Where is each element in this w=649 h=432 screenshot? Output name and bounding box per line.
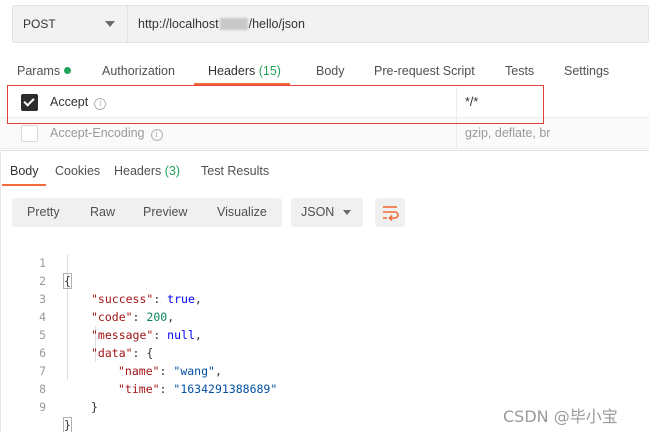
code-line: 5 "data": { bbox=[0, 308, 649, 360]
section-divider bbox=[0, 150, 649, 151]
tab-headers-label: Headers bbox=[208, 64, 256, 78]
view-preview-button[interactable]: Preview bbox=[143, 198, 187, 227]
method-select[interactable]: POST bbox=[13, 6, 128, 42]
code-line: 7 "time": "1634291388689" bbox=[0, 344, 649, 396]
line-number: 9 bbox=[39, 400, 46, 414]
tab-tests-label: Tests bbox=[505, 64, 535, 78]
code-line: 6 "name": "wang", bbox=[0, 326, 649, 378]
method-label: POST bbox=[23, 17, 56, 31]
tab-headers[interactable]: Headers (15) bbox=[208, 56, 281, 86]
tab-settings[interactable]: Settings bbox=[564, 56, 609, 86]
response-tab-test-results[interactable]: Test Results bbox=[201, 160, 269, 182]
response-tab-body[interactable]: Body bbox=[10, 160, 39, 182]
response-tab-headers-count: (3) bbox=[164, 164, 181, 178]
code-line: 3 "code": 200, bbox=[0, 272, 649, 324]
response-active-tab-underline bbox=[2, 184, 46, 186]
wrap-lines-icon bbox=[383, 206, 399, 222]
tab-authorization[interactable]: Authorization bbox=[102, 56, 175, 86]
view-mode-group: Pretty Raw Preview Visualize bbox=[12, 198, 282, 227]
code-line: 2 "success": true, bbox=[0, 254, 649, 306]
view-pretty-button[interactable]: Pretty bbox=[27, 198, 60, 227]
tab-params-label: Params bbox=[17, 64, 61, 78]
request-bar: POST http://localhost/hello/json bbox=[12, 5, 649, 43]
tab-authorization-label: Authorization bbox=[102, 64, 175, 78]
redacted-port bbox=[219, 18, 248, 30]
url-suffix: /hello/json bbox=[248, 17, 305, 31]
header-key-text: Accept-Encoding bbox=[50, 126, 145, 140]
tab-body-label: Body bbox=[316, 64, 345, 78]
tab-settings-label: Settings bbox=[564, 64, 610, 78]
code-line: 8 } bbox=[0, 362, 649, 414]
code-brace: } bbox=[91, 400, 98, 414]
format-label: JSON bbox=[301, 205, 335, 219]
response-tab-cookies[interactable]: Cookies bbox=[55, 160, 100, 182]
tab-pre-request-script[interactable]: Pre-request Script bbox=[374, 56, 475, 86]
url-prefix: http://localhost bbox=[138, 17, 219, 31]
code-line: 4 "message": null, bbox=[0, 290, 649, 342]
wrap-lines-button[interactable] bbox=[375, 198, 405, 227]
view-raw-button[interactable]: Raw bbox=[90, 198, 115, 227]
code-line: 9 } bbox=[0, 380, 649, 432]
tab-pre-request-script-label: Pre-request Script bbox=[374, 64, 475, 78]
params-indicator-dot bbox=[64, 67, 72, 74]
response-tab-body-label: Body bbox=[10, 164, 39, 178]
response-body-code[interactable]: 1 { 2 "success": true, 3 "code": 200, 4 … bbox=[0, 236, 649, 432]
tab-tests[interactable]: Tests bbox=[505, 56, 534, 86]
url-input[interactable]: http://localhost/hello/json bbox=[128, 6, 648, 42]
code-brace: } bbox=[63, 417, 72, 432]
tab-params[interactable]: Params bbox=[17, 56, 72, 86]
response-tab-test-results-label: Test Results bbox=[201, 164, 270, 178]
view-visualize-button[interactable]: Visualize bbox=[217, 198, 267, 227]
tab-headers-count: (15) bbox=[258, 64, 281, 78]
info-icon[interactable]: i bbox=[150, 129, 163, 141]
code-line: 1 { bbox=[0, 236, 649, 289]
header-enabled-checkbox[interactable] bbox=[21, 125, 38, 142]
annotation-highlight-box bbox=[7, 85, 544, 124]
request-tabs: Params Authorization Headers (15) Body P… bbox=[0, 56, 649, 86]
response-tab-headers[interactable]: Headers (3) bbox=[114, 160, 180, 182]
chevron-down-icon bbox=[105, 21, 115, 27]
response-tab-headers-label: Headers bbox=[114, 164, 162, 178]
format-select[interactable]: JSON bbox=[291, 198, 363, 227]
tab-body[interactable]: Body bbox=[316, 56, 345, 86]
watermark: CSDN @毕小宝 bbox=[503, 407, 618, 426]
response-tab-cookies-label: Cookies bbox=[55, 164, 101, 178]
chevron-down-icon bbox=[343, 210, 351, 215]
